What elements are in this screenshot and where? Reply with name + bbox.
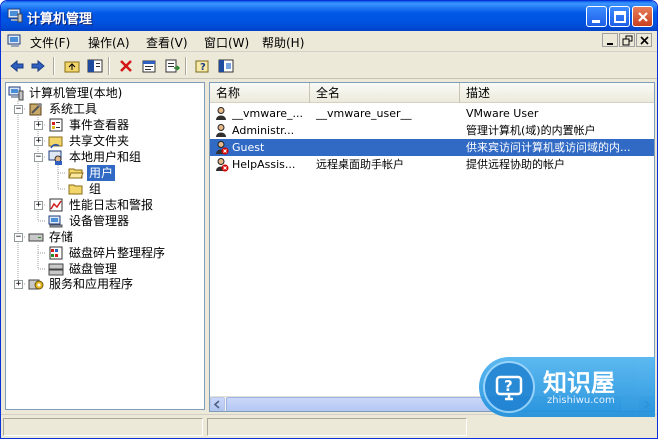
cell-description: VMware User [466,107,539,120]
table-row[interactable]: HelpAssis... 远程桌面助手帐户 提供远程协助的帐户 [210,156,654,173]
delete-icon[interactable] [116,56,136,76]
cell-name: Administr... [232,124,295,137]
app-menu-icon[interactable] [7,34,23,49]
expand-toggle[interactable]: + [34,137,43,146]
collapse-toggle[interactable]: − [14,105,23,114]
child-close-button[interactable] [636,33,652,47]
tree-node-label: 设备管理器 [69,214,130,228]
expand-toggle[interactable]: + [14,280,23,289]
column-header-name[interactable]: 名称 [210,83,310,103]
tree-node-label: 性能日志和警报 [69,198,154,212]
cell-name: __vmware_... [232,107,304,120]
watermark-logo-icon: ? [483,361,535,413]
expand-toggle[interactable]: + [34,121,43,130]
menu-help[interactable]: 帮助(H) [262,34,304,51]
user-icon [214,106,229,121]
status-cell [207,418,467,436]
table-row[interactable]: Guest 供来宾访问计算机或访问域的内... [210,139,654,156]
cell-description: 提供远程协助的帐户 [466,158,565,171]
computer-management-icon [8,85,24,101]
tree-node-label: 计算机管理(本地) [29,86,123,100]
disabled-user-icon [214,140,229,155]
disabled-user-icon [214,157,229,172]
tree-node-label: 存储 [49,230,74,244]
svg-text:?: ? [504,377,513,395]
scroll-left-button[interactable] [210,397,225,411]
title-bar[interactable]: 计算机管理 [1,1,657,31]
list-header: 名称 全名 描述 [210,83,654,103]
menu-action[interactable]: 操作(A) [88,34,130,51]
properties-icon[interactable] [139,56,159,76]
cell-fullname [316,122,460,139]
close-button[interactable] [632,6,653,27]
cell-fullname: __vmware_user__ [316,107,412,120]
tree-node-label: 磁盘碎片整理程序 [69,246,166,260]
cell-description: 供来宾访问计算机或访问域的内... [466,141,631,154]
child-minimize-button[interactable] [602,33,618,47]
user-icon [214,123,229,138]
tree-node-label: 共享文件夹 [69,134,130,148]
menu-file[interactable]: 文件(F) [30,34,70,51]
cell-fullname [316,139,460,156]
maximize-button[interactable] [609,6,630,27]
cell-name: HelpAssis... [232,158,296,171]
cell-description: 管理计算机(域)的内置帐户 [466,124,596,137]
status-cell [3,418,203,436]
show-hide-tree-icon[interactable] [85,56,105,76]
disk-management-icon [48,261,64,277]
forward-arrow-icon[interactable] [28,56,48,76]
column-header-description[interactable]: 描述 [460,83,654,103]
console-tree-pane[interactable]: 计算机管理(本地) − 系统工具 + 事件查看器 + 共享文件夹 − 本地用户和… [5,82,205,410]
svg-text:?: ? [200,62,206,73]
tree-node-label: 组 [89,182,102,196]
performance-logs-icon [48,197,64,213]
event-viewer-icon [48,117,64,133]
disk-defragmenter-icon [48,245,64,261]
computer-management-icon [7,8,23,23]
menu-window[interactable]: 窗口(W) [204,34,249,51]
menu-bar: 文件(F) 操作(A) 查看(V) 窗口(W) 帮助(H) [1,31,657,52]
chevron-left-icon [213,400,220,409]
services-apps-icon [28,276,44,292]
collapse-toggle[interactable]: − [34,153,43,162]
tree-node-label: 系统工具 [49,102,98,116]
toolbar-separator [53,57,55,75]
local-users-groups-icon [48,149,64,165]
menu-view[interactable]: 查看(V) [146,34,188,51]
device-manager-icon [48,213,64,229]
tree-node-label: 磁盘管理 [69,262,118,276]
window-title: 计算机管理 [27,12,93,27]
toolbar-separator [185,57,187,75]
console-tree-icon[interactable] [216,56,236,76]
tree-node-label: 服务和应用程序 [49,277,134,291]
toolbar-separator [108,57,110,75]
watermark-url: zhishiwu.com [547,395,615,406]
computer-management-window: 计算机管理 文件(F) 操作(A) 查看(V) 窗口(W) 帮助(H) ? 计算… [0,0,658,439]
cell-fullname: 远程桌面助手帐户 [316,158,404,171]
child-restore-button[interactable] [619,33,635,47]
site-watermark: ? 知识屋 zhishiwu.com [479,357,655,417]
toolbar: ? [1,53,657,79]
table-row[interactable]: Administr... 管理计算机(域)的内置帐户 [210,122,654,139]
status-bar [1,414,657,438]
export-list-icon[interactable] [162,56,182,76]
table-row[interactable]: __vmware_... __vmware_user__ VMware User [210,105,654,122]
expand-toggle[interactable]: + [34,201,43,210]
back-arrow-icon[interactable] [7,56,27,76]
collapse-toggle[interactable]: − [14,233,23,242]
cell-name: Guest [232,141,265,154]
up-folder-icon[interactable] [62,56,82,76]
tree-node-label: 本地用户和组 [69,150,142,164]
folder-icon [68,181,84,197]
help-icon[interactable]: ? [193,56,213,76]
tree-node-label: 用户 [87,165,116,181]
shared-folder-icon [48,133,64,149]
system-tools-icon [28,101,44,117]
tree-node-label: 事件查看器 [69,118,130,132]
watermark-title: 知识屋 [543,369,615,397]
column-header-fullname[interactable]: 全名 [310,83,460,103]
folder-open-icon [68,165,84,181]
minimize-button[interactable] [586,6,607,27]
storage-icon [28,229,44,245]
